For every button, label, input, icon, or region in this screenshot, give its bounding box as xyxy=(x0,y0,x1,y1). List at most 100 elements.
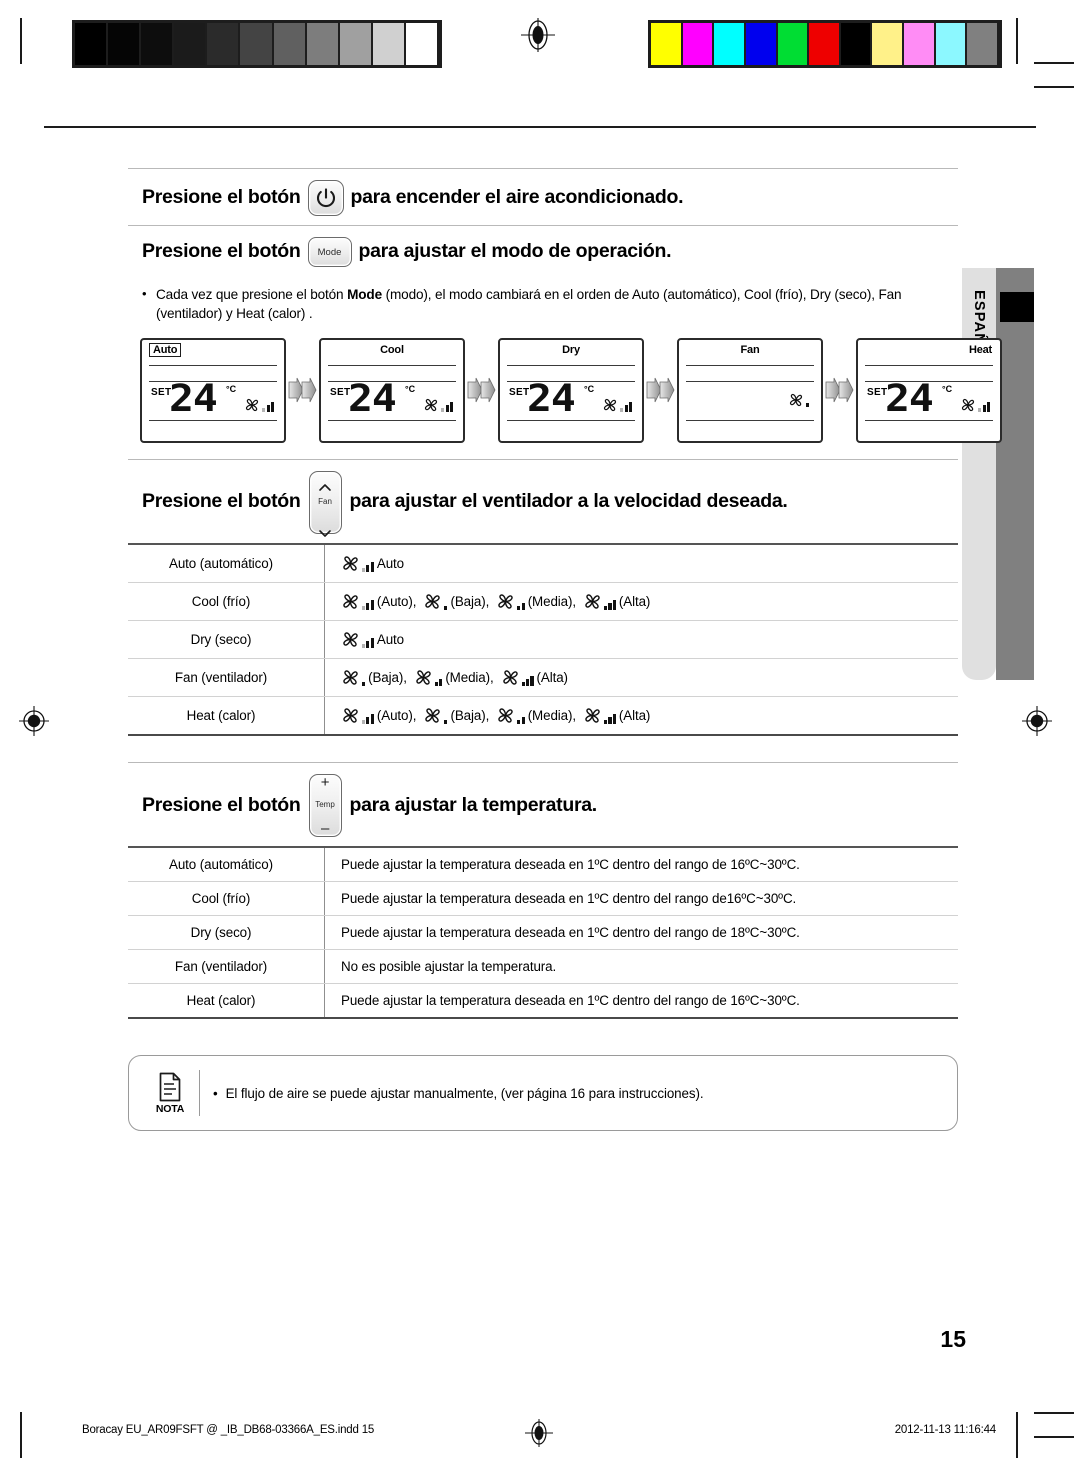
fan-level-bars xyxy=(444,605,448,610)
fan-level-bars xyxy=(262,402,274,413)
fan-level-bars xyxy=(362,599,374,610)
mode-bullet-paragraph: • Cada vez que presione el botón Mode (m… xyxy=(128,276,958,328)
fan-speed-icon xyxy=(244,397,274,413)
lcd-fan-indicator xyxy=(244,397,274,415)
footer-timestamp: 2012-11-13 11:16:44 xyxy=(894,1424,996,1436)
fan-speed-label: (Baja), xyxy=(368,669,407,685)
fan-speed-item: (Media), xyxy=(414,668,494,687)
fan-speed-icon xyxy=(496,592,525,611)
note-text: El flujo de aire se puede ajustar manual… xyxy=(225,1085,704,1101)
fan-speed-icon xyxy=(583,592,616,611)
fan-speed-icon xyxy=(423,706,448,725)
temp-text-after: para ajustar la temperatura. xyxy=(349,793,598,816)
fan-speed-label: (Media), xyxy=(445,669,494,685)
page-number: 15 xyxy=(940,1326,966,1352)
side-grey-band xyxy=(996,268,1034,680)
lcd-separator xyxy=(328,419,456,421)
flow-arrow-icon xyxy=(467,377,496,403)
fan-speed-item: Auto xyxy=(341,630,404,649)
flow-arrow-icon xyxy=(288,377,317,403)
table-cell-mode: Cool (frío) xyxy=(128,582,325,621)
fan-level-bars xyxy=(434,678,443,686)
fan-speed-label: (Auto), xyxy=(376,593,417,609)
lcd-separator xyxy=(149,364,277,366)
fan-rocker-button[interactable]: Fan xyxy=(308,470,342,537)
temp-text-before: Presione el botón xyxy=(142,793,301,816)
fan-button-label: Fan xyxy=(318,497,332,507)
table-cell-speeds: (Baja), (Media), (Alta) xyxy=(324,658,958,697)
fan-level-bars xyxy=(620,402,632,413)
fan-level-bars xyxy=(604,713,616,724)
lcd-unit-label: °C xyxy=(226,383,237,394)
fan-speed-icon xyxy=(501,668,534,687)
lcd-panel-auto: Auto SET 24 °C xyxy=(140,337,286,443)
fan-speed-table: Auto (automático) Auto Cool (frío) (Auto),(… xyxy=(128,544,958,734)
lcd-separator xyxy=(686,380,814,382)
fan-speed-label: (Media), xyxy=(527,707,577,723)
table-cell-mode: Cool (frío) xyxy=(128,881,325,916)
mode-button-label: Mode xyxy=(317,246,342,258)
table-row: Fan (ventilador) (Baja), (Media), (Alta) xyxy=(128,658,958,697)
lcd-separator xyxy=(328,364,456,366)
mode-button[interactable]: Mode xyxy=(307,237,352,267)
fan-speed-label: (Baja), xyxy=(450,593,490,609)
fan-speed-label: (Media), xyxy=(527,593,577,609)
language-tab: ESPAÑOL xyxy=(962,268,996,680)
fan-level-bars xyxy=(978,402,990,413)
note-badge-label: NOTA xyxy=(155,1102,185,1115)
lcd-fan-indicator xyxy=(788,392,809,410)
lcd-panel-heat: Heat SET 24 °C xyxy=(856,337,1002,443)
lcd-fan-indicator xyxy=(423,397,453,415)
fan-speed-label: (Baja), xyxy=(450,707,490,723)
mode-bullet-bold: Mode xyxy=(347,287,382,302)
lcd-temperature: 24 xyxy=(527,376,576,420)
lcd-temperature: 24 xyxy=(885,376,934,420)
table-cell-mode: Fan (ventilador) xyxy=(128,949,325,984)
lcd-unit-label: °C xyxy=(942,383,953,394)
fan-speed-icon xyxy=(423,397,453,413)
lcd-temperature: 24 xyxy=(348,376,397,420)
lcd-fan-indicator xyxy=(960,397,990,415)
lcd-unit-label: °C xyxy=(405,383,416,394)
fan-speed-label: (Auto), xyxy=(376,707,417,723)
fan-speed-icon xyxy=(414,668,443,687)
flow-arrow-icon xyxy=(646,377,675,403)
fan-speed-icon xyxy=(602,397,632,413)
table-cell-mode: Heat (calor) xyxy=(128,696,325,734)
table-row: Cool (frío) Puede ajustar la temperatura … xyxy=(128,881,958,916)
table-row: Fan (ventilador) No es posible ajustar la… xyxy=(128,949,958,984)
table-cell-speeds: (Auto), (Baja), (Media), (Alta) xyxy=(324,582,958,621)
fan-speed-label: Auto xyxy=(376,631,405,647)
power-text-before: Presione el botón xyxy=(142,186,301,209)
fan-speed-list: (Baja), (Media), (Alta) xyxy=(341,668,958,687)
document-icon xyxy=(158,1072,183,1102)
fan-speed-label: Auto xyxy=(376,555,405,571)
power-button[interactable] xyxy=(307,180,344,216)
mode-text-after: para ajustar el modo de operación. xyxy=(358,240,672,263)
lcd-fan-indicator xyxy=(602,397,632,415)
mode-instruction-heading: Presione el botón Mode para ajustar el m… xyxy=(128,226,958,276)
note-bullet-dot: • xyxy=(213,1085,218,1101)
fan-speed-list: (Auto), (Baja), (Media), (Alta) xyxy=(341,592,958,611)
side-black-marker xyxy=(1000,292,1034,322)
fan-speed-icon xyxy=(788,392,809,408)
fan-speed-item: Auto xyxy=(341,554,404,573)
table-cell-description: Puede ajustar la temperatura deseada en … xyxy=(324,881,958,916)
temp-instruction-heading: Presione el botón + Temp – para ajustar … xyxy=(128,763,958,846)
temp-rocker-button[interactable]: + Temp – xyxy=(308,773,342,837)
table-cell-description: Puede ajustar la temperatura deseada en … xyxy=(324,915,958,950)
lcd-separator xyxy=(149,419,277,421)
table-row: Heat (calor) (Auto), (Baja), (Media), (Alta) xyxy=(128,696,958,734)
fan-speed-label: (Alta) xyxy=(618,593,651,609)
temp-table-bottom-border xyxy=(128,1016,958,1020)
page-top-rule xyxy=(44,126,1036,128)
table-cell-speeds: (Auto), (Baja), (Media), (Alta) xyxy=(325,696,959,734)
lcd-temperature: 24 xyxy=(169,376,218,420)
table-cell-speeds: Auto xyxy=(324,544,958,583)
note-box: NOTA • El flujo de aire se puede ajustar… xyxy=(128,1055,958,1132)
note-divider xyxy=(199,1070,200,1117)
fan-speed-item: (Media), xyxy=(496,592,576,611)
lcd-mode-label: Dry xyxy=(562,343,580,356)
fan-level-bars xyxy=(441,402,453,413)
power-icon xyxy=(315,187,337,209)
